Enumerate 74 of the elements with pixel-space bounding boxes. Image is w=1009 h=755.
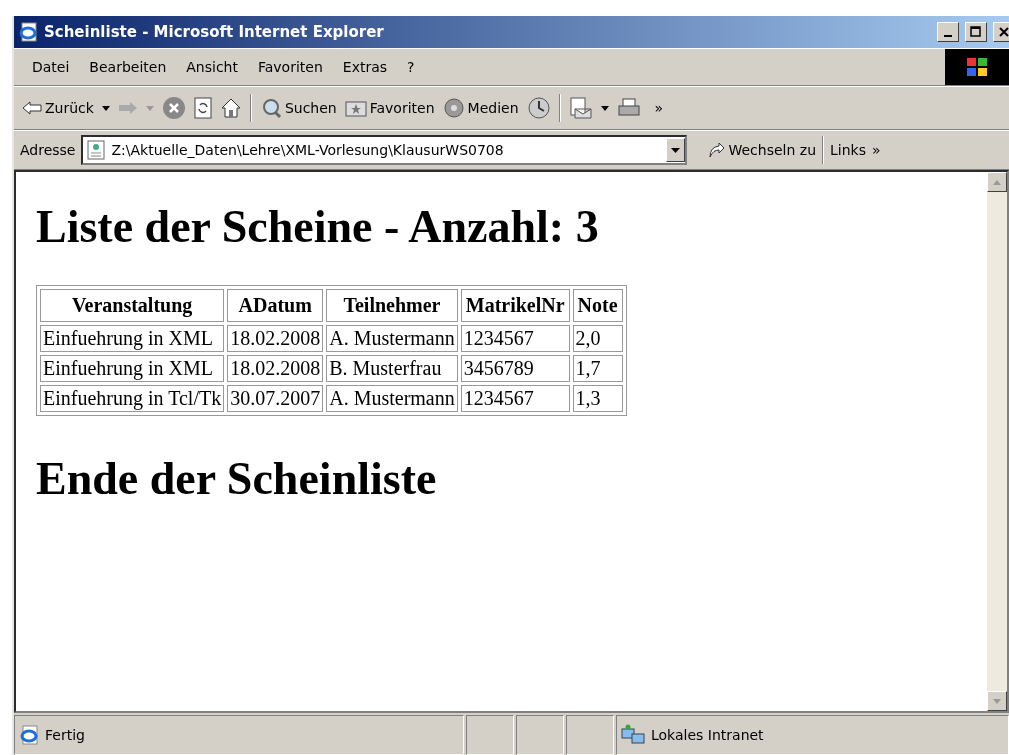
go-button[interactable]: Wechseln zu	[707, 141, 817, 159]
menu-item[interactable]: ?	[397, 57, 425, 77]
table-cell: 18.02.2008	[227, 325, 324, 352]
column-header: MatrikelNr	[460, 289, 570, 322]
menu-item[interactable]: Ansicht	[176, 57, 248, 77]
table-cell: A. Mustermann	[326, 325, 458, 352]
up-caret-icon	[993, 179, 1001, 185]
table-cell: A. Mustermann	[326, 385, 458, 412]
more-button[interactable]: »	[654, 100, 664, 116]
window-title: Scheinliste - Microsoft Internet Explorer	[44, 23, 385, 41]
table-cell: 1234567	[460, 325, 570, 352]
page-heading: Liste der Scheine - Anzahl: 3	[36, 200, 600, 253]
table-cell: 18.02.2008	[227, 355, 324, 382]
page-heading: Ende der Scheinliste	[36, 452, 438, 505]
table-cell: 1234567	[460, 385, 570, 412]
column-header: Note	[572, 289, 623, 322]
scroll-up-button[interactable]	[987, 172, 1007, 192]
page-icon	[87, 140, 106, 160]
history-icon[interactable]	[526, 96, 551, 120]
table-cell: 2,0	[572, 325, 623, 352]
status-panel	[566, 715, 614, 755]
address-field[interactable]: Z:\Aktuelle_Daten\Lehre\XML-Vorlesung\KlausurWS0708	[81, 135, 688, 165]
maximize-icon	[970, 26, 982, 38]
table-cell: 1,3	[572, 385, 623, 412]
status-panel	[516, 715, 564, 755]
address-label: Adresse	[20, 142, 76, 158]
stop-icon[interactable]	[161, 96, 186, 120]
table-cell: Einfuehrung in XML	[40, 325, 225, 352]
disc-icon	[442, 97, 465, 119]
favorites-button[interactable]: Favoriten	[344, 99, 435, 117]
table-cell: Einfuehrung in XML	[40, 355, 225, 382]
status-text: Fertig	[45, 727, 85, 743]
caret-icon[interactable]	[101, 105, 110, 111]
go-arrow-icon	[707, 141, 726, 159]
print-icon[interactable]	[616, 97, 641, 119]
home-icon[interactable]	[219, 97, 242, 119]
back-button[interactable]: Zurück	[22, 100, 94, 116]
star-folder-icon	[344, 99, 367, 117]
table-cell: 30.07.2007	[227, 385, 324, 412]
column-header: ADatum	[227, 289, 324, 322]
media-button[interactable]: Medien	[442, 97, 519, 119]
close-button[interactable]	[993, 22, 1009, 42]
scroll-down-button[interactable]	[987, 691, 1007, 711]
caret-icon	[993, 698, 1001, 704]
table-cell: Einfuehrung in Tcl/Tk	[40, 385, 225, 412]
caret-icon	[671, 147, 681, 153]
column-header: Teilnehmer	[326, 289, 458, 322]
links-button[interactable]: Links	[830, 142, 866, 158]
column-header: Veranstaltung	[40, 289, 225, 322]
windows-logo-icon	[945, 49, 1009, 85]
scrollbar[interactable]	[987, 172, 1007, 711]
menu-item[interactable]: Bearbeiten	[79, 57, 177, 77]
menu-item[interactable]: Extras	[332, 57, 398, 77]
status-panel	[466, 715, 514, 755]
minimize-icon	[944, 35, 952, 37]
close-icon	[998, 26, 1009, 38]
table-cell: 3456789	[460, 355, 570, 382]
refresh-icon[interactable]	[193, 97, 212, 119]
dropdown-button[interactable]	[666, 138, 686, 162]
back-arrow-icon	[22, 101, 42, 115]
caret-icon[interactable]	[600, 105, 609, 111]
maximize-button[interactable]	[965, 22, 987, 42]
browser-icon	[18, 22, 38, 42]
search-button[interactable]: Suchen	[259, 97, 337, 119]
minimize-button[interactable]	[937, 22, 959, 42]
zone-text: Lokales Intranet	[651, 727, 764, 743]
table-cell: 1,7	[572, 355, 623, 382]
network-icon	[621, 724, 645, 746]
menu-item[interactable]: Datei	[22, 57, 80, 77]
more-button[interactable]: »	[872, 142, 881, 158]
mail-icon[interactable]	[568, 97, 593, 119]
menu-item[interactable]: Favoriten	[248, 57, 333, 77]
browser-icon	[19, 725, 39, 745]
table-cell: B. Musterfrau	[326, 355, 458, 382]
